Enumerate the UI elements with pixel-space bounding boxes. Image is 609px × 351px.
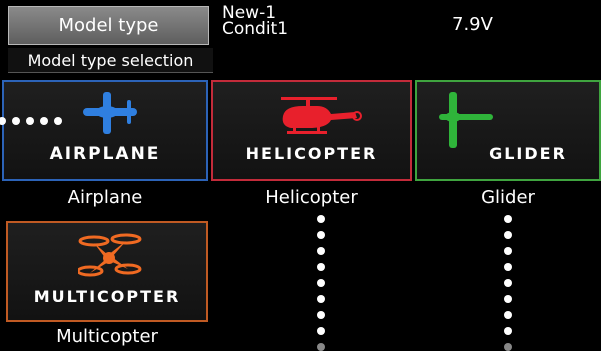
pointer-dot: [504, 343, 512, 351]
multicopter-tile[interactable]: MULTICOPTER: [6, 221, 208, 322]
airplane-tile[interactable]: AIRPLANE: [2, 80, 208, 181]
pointer-dot: [54, 117, 62, 125]
pointer-dot: [317, 247, 325, 255]
helicopter-tile[interactable]: HELICOPTER: [211, 80, 412, 181]
pointer-dot: [504, 279, 512, 287]
pointer-dot: [317, 231, 325, 239]
pointer-dot: [317, 215, 325, 223]
airplane-caption: Airplane: [67, 187, 143, 208]
pointer-dot: [504, 215, 512, 223]
multicopter-caption: Multicopter: [56, 326, 158, 347]
model-type-title: Model type: [58, 15, 159, 36]
pointer-dot: [317, 279, 325, 287]
pointer-dot: [504, 231, 512, 239]
transmitter-screen: Model type New-1 Condit1 7.9V Model type…: [0, 0, 601, 351]
helicopter-tile-text: HELICOPTER: [245, 144, 378, 163]
model-type-title-button[interactable]: Model type: [8, 6, 209, 45]
screen-subtitle: Model type selection: [8, 48, 213, 73]
pointer-dot: [40, 117, 48, 125]
multicopter-icon: [78, 233, 142, 277]
pointer-dot: [317, 263, 325, 271]
pointer-dot: [317, 327, 325, 335]
condition-name: Condit1: [222, 19, 289, 39]
glider-caption: Glider: [481, 187, 535, 208]
airplane-tile-text: AIRPLANE: [49, 144, 161, 164]
glider-tile[interactable]: GLIDER: [415, 80, 601, 181]
pointer-dot: [504, 263, 512, 271]
screen-edge: [601, 0, 609, 351]
pointer-dot: [26, 117, 34, 125]
airplane-icon: [83, 92, 137, 134]
pointer-dot: [317, 343, 325, 351]
pointer-dot: [317, 311, 325, 319]
pointer-dot: [317, 295, 325, 303]
pointer-dot: [12, 117, 20, 125]
glider-icon: [439, 92, 493, 148]
pointer-dot: [504, 311, 512, 319]
pointer-dot: [504, 327, 512, 335]
battery-voltage: 7.9V: [452, 14, 493, 35]
helicopter-icon: [281, 97, 362, 134]
pointer-dot: [504, 295, 512, 303]
multicopter-tile-text: MULTICOPTER: [33, 287, 181, 306]
helicopter-caption: Helicopter: [265, 187, 358, 208]
glider-tile-text: GLIDER: [489, 144, 567, 163]
pointer-dot: [504, 247, 512, 255]
